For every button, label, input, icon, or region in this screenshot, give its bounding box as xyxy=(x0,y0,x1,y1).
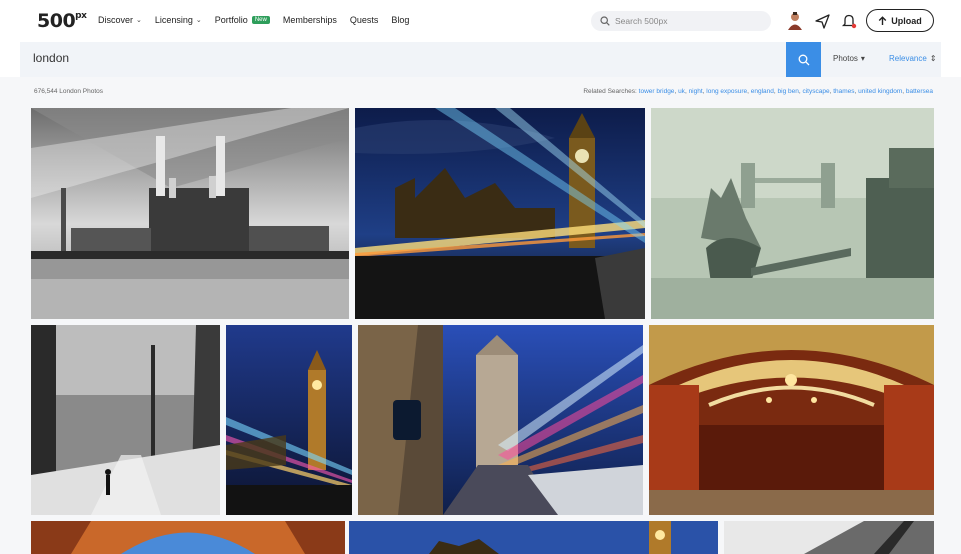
related-link[interactable]: thames xyxy=(833,88,854,95)
caret-down-icon: ▾ xyxy=(860,54,865,63)
nav-label: Blog xyxy=(391,15,410,25)
main-nav: Discover ⌄ Licensing ⌄ Portfolio New Member… xyxy=(98,15,422,25)
photo-image xyxy=(226,325,352,515)
related-link[interactable]: england xyxy=(751,88,774,95)
photo-image xyxy=(724,521,934,554)
photo-big-ben-light-trails[interactable] xyxy=(355,108,645,319)
nav-label: Memberships xyxy=(282,15,337,25)
search-icon xyxy=(600,16,610,26)
related-link[interactable]: cityscape xyxy=(802,88,829,95)
related-label: Related Searches: xyxy=(583,88,637,95)
upload-button[interactable]: Upload xyxy=(866,9,934,32)
photo-image xyxy=(31,108,349,319)
new-badge: New xyxy=(251,16,270,24)
photo-image xyxy=(649,325,934,515)
search-input[interactable] xyxy=(33,51,733,65)
photo-arch-sunset[interactable] xyxy=(31,521,345,554)
upload-label: Upload xyxy=(891,15,922,26)
photo-big-ben-river[interactable] xyxy=(349,521,718,554)
photo-tower-bridge-fog[interactable] xyxy=(651,108,934,319)
content-type-label: Photos xyxy=(833,54,858,63)
results-count: 676,544 London Photos xyxy=(34,88,104,95)
related-link[interactable]: uk xyxy=(678,88,685,95)
search-bar: Photos▾ Relevance⇕ xyxy=(20,42,941,77)
related-link[interactable]: long exposure xyxy=(706,88,747,95)
photo-tower-bridge-trails[interactable] xyxy=(358,325,643,515)
chevron-down-icon: ⌄ xyxy=(195,17,202,24)
search-placeholder: Search 500px xyxy=(615,16,668,26)
photo-image xyxy=(651,108,934,319)
nav-memberships[interactable]: Memberships xyxy=(283,15,337,25)
notifications-button[interactable] xyxy=(840,12,858,30)
user-avatar[interactable] xyxy=(786,12,804,30)
photo-image xyxy=(349,521,718,554)
related-link[interactable]: battersea xyxy=(906,88,933,95)
chevron-down-icon: ⌄ xyxy=(136,17,142,24)
photo-foggy-street-bw[interactable] xyxy=(31,325,220,515)
nav-licensing[interactable]: Licensing ⌄ xyxy=(155,15,202,25)
sort-arrows-icon: ⇕ xyxy=(929,54,937,63)
arrow-up-icon xyxy=(878,15,887,25)
top-navigation-bar: 500px Discover ⌄ Licensing ⌄ Portfolio New … xyxy=(0,0,961,42)
nav-label: Quests xyxy=(349,15,379,25)
paper-plane-icon xyxy=(814,13,830,29)
search-icon xyxy=(798,54,809,65)
related-searches: Related Searches: tower bridge, uk, nigh… xyxy=(583,88,933,95)
related-link[interactable]: big ben xyxy=(778,88,799,95)
nav-label: Portfolio xyxy=(214,15,248,25)
nav-label: Discover xyxy=(98,15,134,25)
photo-image xyxy=(31,521,345,554)
photo-big-ben-blue-hour[interactable] xyxy=(226,325,352,515)
search-submit-button[interactable] xyxy=(786,42,821,77)
logo-text: 500 xyxy=(37,10,76,32)
sort-dropdown[interactable]: Relevance ⇕ xyxy=(889,54,937,63)
results-meta: 676,544 London Photos Related Searches: … xyxy=(0,77,961,107)
related-link[interactable]: united kingdom xyxy=(858,88,902,95)
avatar-icon xyxy=(788,12,802,30)
bell-icon xyxy=(841,14,857,29)
photo-image xyxy=(31,325,220,515)
sort-label: Relevance xyxy=(889,54,927,63)
messages-button[interactable] xyxy=(813,12,831,30)
content-type-dropdown[interactable]: Photos ▾ xyxy=(833,54,865,63)
photo-leadenhall-market[interactable] xyxy=(649,325,934,515)
brand-logo[interactable]: 500px xyxy=(37,10,87,32)
related-link[interactable]: tower bridge xyxy=(639,88,675,95)
nav-portfolio[interactable]: Portfolio New xyxy=(215,15,270,25)
nav-label: Licensing xyxy=(154,15,193,25)
nav-quests[interactable]: Quests xyxy=(350,15,379,25)
nav-blog[interactable]: Blog xyxy=(391,15,409,25)
photo-battersea-power-station[interactable] xyxy=(31,108,349,319)
logo-superscript: px xyxy=(75,10,87,21)
related-link[interactable]: night xyxy=(689,88,703,95)
nav-discover[interactable]: Discover ⌄ xyxy=(98,15,142,25)
photo-architecture-bw[interactable] xyxy=(724,521,934,554)
photo-image xyxy=(355,108,645,319)
photo-image xyxy=(358,325,643,515)
global-search-field[interactable]: Search 500px xyxy=(591,11,771,31)
